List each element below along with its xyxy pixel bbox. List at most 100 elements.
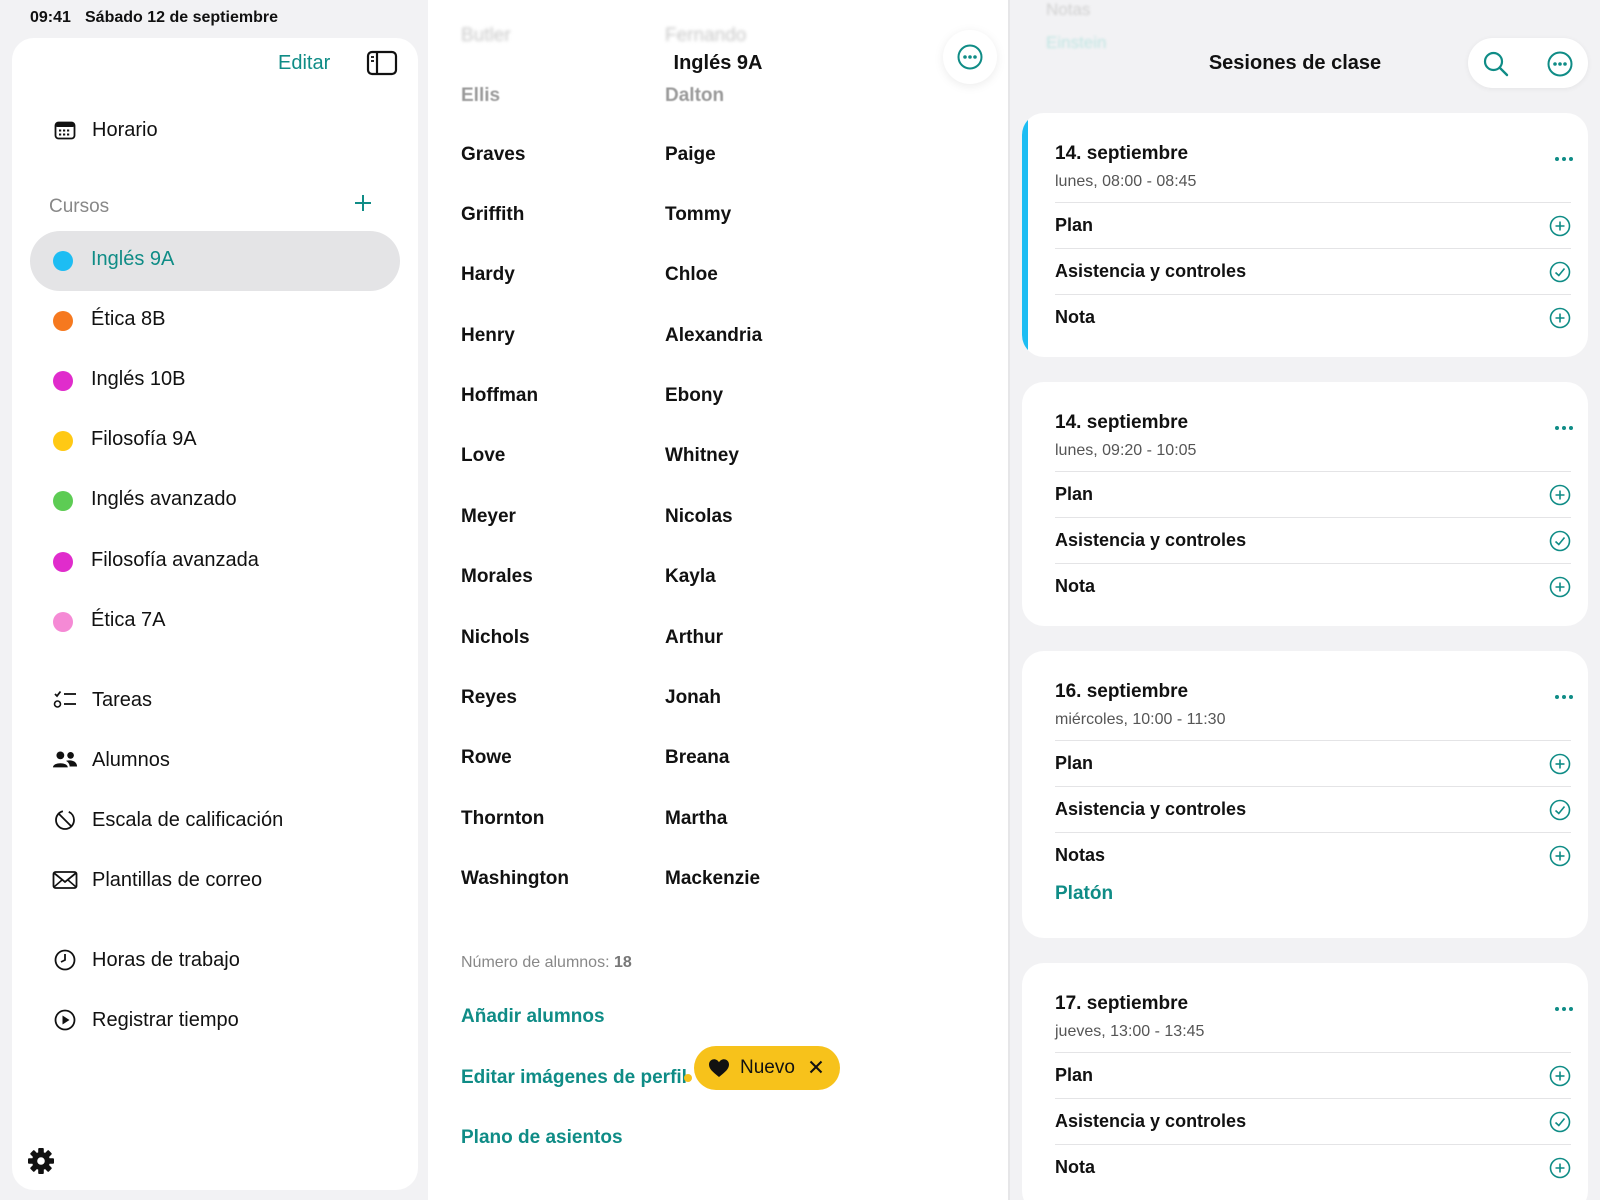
session-attendance-row[interactable]: Asistencia y controles xyxy=(1055,1098,1571,1144)
row-label: Asistencia y controles xyxy=(1055,530,1247,550)
plus-circle-icon[interactable] xyxy=(1549,1157,1571,1184)
sidebar-item-working-hours[interactable]: Horas de trabajo xyxy=(12,938,418,982)
sidebar-item-email-templates[interactable]: Plantillas de correo xyxy=(12,858,418,902)
sidebar-item-students[interactable]: Alumnos xyxy=(12,738,418,782)
session-more-icon[interactable] xyxy=(1554,149,1574,167)
table-row[interactable]: Rowe Breana xyxy=(428,739,1008,779)
current-session-indicator xyxy=(1022,113,1028,357)
table-row[interactable]: Hoffman Ebony xyxy=(428,377,1008,417)
table-row[interactable]: Meyer Nicolas xyxy=(428,498,1008,538)
session-date: 14. septiembre xyxy=(1055,143,1189,164)
plus-circle-icon[interactable] xyxy=(1549,576,1571,603)
settings-gear-icon[interactable] xyxy=(26,1146,56,1181)
plus-circle-icon[interactable] xyxy=(1549,1065,1571,1092)
session-note-row[interactable]: Nota xyxy=(1055,1144,1571,1190)
add-course-button[interactable] xyxy=(348,188,378,218)
session-plan-row[interactable]: Plan xyxy=(1055,471,1571,517)
plus-circle-icon[interactable] xyxy=(1549,307,1571,334)
more-options-button[interactable] xyxy=(943,30,997,84)
checklist-icon xyxy=(52,687,78,713)
plus-circle-icon[interactable] xyxy=(1549,845,1571,872)
sidebar-item-track-time[interactable]: Registrar tiempo xyxy=(12,998,418,1042)
session-time: miércoles, 10:00 - 11:30 xyxy=(1055,711,1226,728)
table-row[interactable]: Reyes Jonah xyxy=(428,679,1008,719)
session-notes-row[interactable]: Notas xyxy=(1055,832,1571,878)
sidebar-course-filosofia-avanzada[interactable]: Filosofía avanzada xyxy=(30,532,400,592)
session-card[interactable]: 17. septiembre jueves, 13:00 - 13:45 Pla… xyxy=(1022,963,1588,1200)
table-row[interactable]: Graves Paige xyxy=(428,136,1008,176)
sidebar: Editar Horario Cursos Inglés 9A Ética 8B… xyxy=(12,38,418,1190)
close-icon[interactable] xyxy=(806,1057,826,1082)
student-last-name: Henry xyxy=(461,325,515,346)
add-students-link[interactable]: Añadir alumnos xyxy=(461,1006,605,1028)
student-first-name: Kayla xyxy=(665,566,716,587)
session-more-icon[interactable] xyxy=(1554,418,1574,436)
table-row[interactable]: Nichols Arthur xyxy=(428,619,1008,659)
student-last-name: Morales xyxy=(461,566,533,587)
session-attendance-row[interactable]: Asistencia y controles xyxy=(1055,517,1571,563)
edit-button[interactable]: Editar xyxy=(278,52,330,75)
session-plan-row[interactable]: Plan xyxy=(1055,202,1571,248)
heart-icon xyxy=(709,1059,729,1077)
list-item-scrolled: Fernando xyxy=(665,25,747,46)
sidebar-course-etica-7a[interactable]: Ética 7A xyxy=(30,592,400,652)
student-first-name: Tommy xyxy=(665,204,732,225)
new-feature-badge[interactable]: Nuevo xyxy=(694,1046,840,1090)
table-row[interactable]: Griffith Tommy xyxy=(428,196,1008,236)
grade-scale-icon xyxy=(52,807,78,833)
sidebar-item-grade-scale[interactable]: Escala de calificación xyxy=(12,798,418,842)
student-first-name: Martha xyxy=(665,808,728,829)
plus-circle-icon[interactable] xyxy=(1549,215,1571,242)
search-icon[interactable] xyxy=(1482,50,1510,83)
people-icon xyxy=(52,747,78,773)
course-color-dot xyxy=(53,552,73,572)
list-item-scrolled: Dalton xyxy=(665,85,725,106)
sidebar-course-ingles-10b[interactable]: Inglés 10B xyxy=(30,351,400,411)
student-last-name: Love xyxy=(461,445,506,466)
check-circle-icon[interactable] xyxy=(1549,799,1571,826)
sidebar-item-tasks[interactable]: Tareas xyxy=(12,678,418,722)
student-first-name: Breana xyxy=(665,747,730,768)
session-note-link[interactable]: Platón xyxy=(1055,883,1113,905)
student-first-name: Jonah xyxy=(665,687,721,708)
session-time: lunes, 09:20 - 10:05 xyxy=(1055,442,1197,459)
sidebar-item-schedule[interactable]: Horario xyxy=(12,108,418,152)
session-card[interactable]: 14. septiembre lunes, 08:00 - 08:45 Plan… xyxy=(1022,113,1588,357)
session-card[interactable]: 16. septiembre miércoles, 10:00 - 11:30 … xyxy=(1022,651,1588,938)
session-card[interactable]: 14. septiembre lunes, 09:20 - 10:05 Plan… xyxy=(1022,382,1588,626)
plus-circle-icon[interactable] xyxy=(1549,753,1571,780)
list-item-scrolled: Butler xyxy=(461,25,511,46)
session-plan-row[interactable]: Plan xyxy=(1055,1052,1571,1098)
table-row[interactable]: Henry Alexandria xyxy=(428,317,1008,357)
table-row[interactable]: Washington Mackenzie xyxy=(428,860,1008,900)
session-attendance-row[interactable]: Asistencia y controles xyxy=(1055,248,1571,294)
session-more-icon[interactable] xyxy=(1554,999,1574,1017)
session-note-row[interactable]: Nota xyxy=(1055,563,1571,609)
calendar-icon xyxy=(52,117,78,143)
session-note-row[interactable]: Nota xyxy=(1055,294,1571,340)
table-row[interactable]: Love Whitney xyxy=(428,437,1008,477)
check-circle-icon[interactable] xyxy=(1549,530,1571,557)
session-attendance-row[interactable]: Asistencia y controles xyxy=(1055,786,1571,832)
course-label: Filosofía 9A xyxy=(91,428,197,450)
table-row[interactable]: Morales Kayla xyxy=(428,558,1008,598)
table-row[interactable]: Thornton Martha xyxy=(428,800,1008,840)
sidebar-course-ingles-9a[interactable]: Inglés 9A xyxy=(30,231,400,291)
edit-profile-pictures-link[interactable]: Editar imágenes de perfil xyxy=(461,1067,687,1089)
sidebar-course-etica-8b[interactable]: Ética 8B xyxy=(30,291,400,351)
student-last-name: Hoffman xyxy=(461,385,539,406)
plus-circle-icon[interactable] xyxy=(1549,484,1571,511)
session-plan-row[interactable]: Plan xyxy=(1055,740,1571,786)
ellipsis-circle-icon[interactable] xyxy=(1546,50,1574,83)
seating-plan-link[interactable]: Plano de asientos xyxy=(461,1127,623,1149)
sidebar-course-filosofia-9a[interactable]: Filosofía 9A xyxy=(30,411,400,471)
table-row[interactable]: Hardy Chloe xyxy=(428,256,1008,296)
sidebar-toggle-icon[interactable] xyxy=(366,50,398,81)
course-color-dot xyxy=(53,491,73,511)
check-circle-icon[interactable] xyxy=(1549,261,1571,288)
course-label: Ética 7A xyxy=(91,609,166,631)
sidebar-course-ingles-avanzado[interactable]: Inglés avanzado xyxy=(30,471,400,531)
check-circle-icon[interactable] xyxy=(1549,1111,1571,1138)
session-more-icon[interactable] xyxy=(1554,687,1574,705)
session-date: 16. septiembre xyxy=(1055,681,1189,702)
